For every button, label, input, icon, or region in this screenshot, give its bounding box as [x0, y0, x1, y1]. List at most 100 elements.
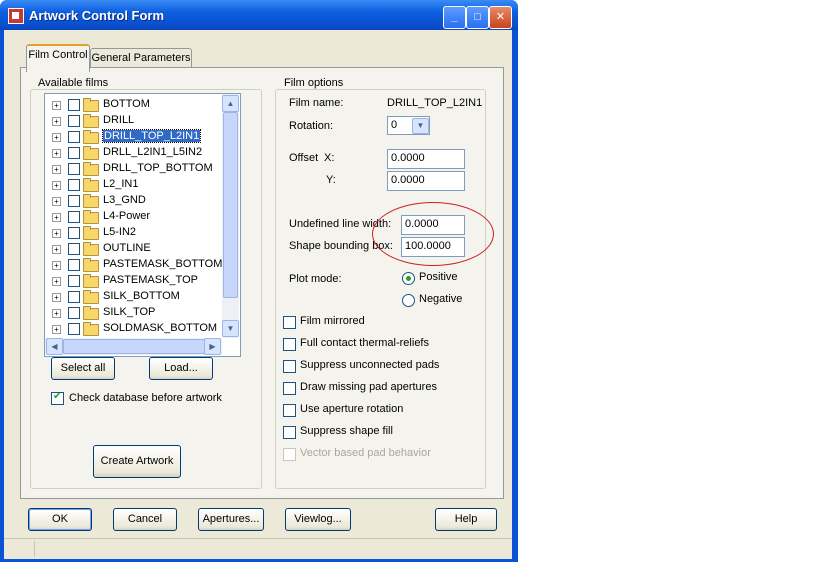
title-bar[interactable]: Artwork Control Form _ □ ✕: [0, 0, 518, 30]
film-checkbox[interactable]: [68, 243, 80, 255]
film-label: DRLL_L2IN1_L5IN2: [103, 146, 203, 158]
create-artwork-button[interactable]: Create Artwork: [93, 445, 181, 478]
film-label: L3_GND: [103, 194, 146, 206]
hscroll-thumb[interactable]: [63, 339, 205, 354]
minimize-button[interactable]: _: [443, 6, 466, 29]
film-label: PASTEMASK_BOTTOM: [103, 258, 223, 270]
folder-icon: [83, 210, 99, 224]
expand-icon[interactable]: +: [52, 197, 61, 206]
vertical-scrollbar[interactable]: ▲ ▼: [222, 94, 239, 338]
scroll-thumb[interactable]: [223, 112, 238, 298]
film-checkbox[interactable]: [68, 195, 80, 207]
film-checkbox[interactable]: [68, 211, 80, 223]
expand-icon[interactable]: +: [52, 277, 61, 286]
list-item[interactable]: + SILK_TOP: [49, 305, 225, 321]
film-checkbox[interactable]: [68, 275, 80, 287]
scroll-right-icon[interactable]: ▶: [204, 338, 221, 355]
expand-icon[interactable]: +: [52, 325, 61, 334]
film-checkbox[interactable]: [68, 147, 80, 159]
annotation-circle: [372, 202, 494, 266]
positive-radio[interactable]: [402, 272, 415, 285]
rotation-select[interactable]: 0 ▼: [387, 116, 430, 135]
folder-icon: [83, 290, 99, 304]
folder-icon: [83, 274, 99, 288]
option-label: Draw missing pad apertures: [300, 381, 437, 393]
maximize-button[interactable]: □: [466, 6, 489, 29]
expand-icon[interactable]: +: [52, 309, 61, 318]
close-button[interactable]: ✕: [489, 6, 512, 29]
film-checkbox[interactable]: [68, 99, 80, 111]
positive-label: Positive: [419, 271, 458, 283]
film-label: PASTEMASK_TOP: [103, 274, 198, 286]
check-database-checkbox[interactable]: [51, 391, 64, 405]
viewlog-button[interactable]: Viewlog...: [285, 508, 351, 531]
list-item[interactable]: + L2_IN1: [49, 177, 225, 193]
cancel-button[interactable]: Cancel: [113, 508, 177, 531]
horizontal-scrollbar[interactable]: ◀ ▶: [45, 338, 222, 355]
list-item[interactable]: + PASTEMASK_BOTTOM: [49, 257, 225, 273]
expand-icon[interactable]: +: [52, 261, 61, 270]
option-checkbox[interactable]: [283, 382, 296, 395]
expand-icon[interactable]: +: [52, 101, 61, 110]
list-item[interactable]: + DRLL_TOP_BOTTOM: [49, 161, 225, 177]
help-button[interactable]: Help: [435, 508, 497, 531]
negative-radio[interactable]: [402, 294, 415, 307]
tab-film-control[interactable]: Film Control: [26, 44, 90, 72]
film-label: DRILL_TOP_L2IN1: [101, 129, 202, 143]
list-item[interactable]: + L5-IN2: [49, 225, 225, 241]
option-checkbox[interactable]: [283, 426, 296, 439]
film-checkbox[interactable]: [68, 131, 80, 143]
list-item[interactable]: + L4-Power: [49, 209, 225, 225]
list-item[interactable]: + PASTEMASK_TOP: [49, 273, 225, 289]
option-checkbox[interactable]: [283, 360, 296, 373]
option-checkbox[interactable]: [283, 316, 296, 329]
chevron-down-icon[interactable]: ▼: [412, 118, 429, 134]
expand-icon[interactable]: +: [52, 181, 61, 190]
ok-button[interactable]: OK: [28, 508, 92, 531]
film-label: DRLL_TOP_BOTTOM: [103, 162, 213, 174]
offset-x-input[interactable]: 0.0000: [387, 149, 465, 169]
film-checkbox[interactable]: [68, 163, 80, 175]
list-item[interactable]: + BOTTOM: [49, 97, 225, 113]
option-checkbox[interactable]: [283, 338, 296, 351]
list-item[interactable]: + SILK_BOTTOM: [49, 289, 225, 305]
expand-icon[interactable]: +: [52, 133, 61, 142]
list-item[interactable]: + SOLDMASK_BOTTOM: [49, 321, 225, 337]
expand-icon[interactable]: +: [52, 229, 61, 238]
list-item[interactable]: + DRILL_TOP_L2IN1: [49, 129, 225, 145]
film-label: BOTTOM: [103, 98, 150, 110]
list-item[interactable]: + DRILL: [49, 113, 225, 129]
list-item[interactable]: + OUTLINE: [49, 241, 225, 257]
film-checkbox[interactable]: [68, 307, 80, 319]
scroll-down-icon[interactable]: ▼: [222, 320, 239, 337]
status-divider: [34, 541, 35, 557]
film-checkbox[interactable]: [68, 179, 80, 191]
option-checkbox[interactable]: [283, 404, 296, 417]
list-item[interactable]: + DRLL_L2IN1_L5IN2: [49, 145, 225, 161]
film-checkbox[interactable]: [68, 323, 80, 335]
film-checkbox[interactable]: [68, 115, 80, 127]
apertures-button[interactable]: Apertures...: [198, 508, 264, 531]
films-list[interactable]: + BOTTOM + DRILL + DRILL_TOP_L2IN1 + DRLL_L2IN1…: [44, 93, 241, 357]
expand-icon[interactable]: +: [52, 165, 61, 174]
load-button[interactable]: Load...: [149, 357, 213, 380]
film-label: L4-Power: [103, 210, 151, 222]
offset-label: Offset: [289, 152, 319, 164]
list-item[interactable]: + L3_GND: [49, 193, 225, 209]
expand-icon[interactable]: +: [52, 293, 61, 302]
expand-icon[interactable]: +: [52, 149, 61, 158]
select-all-button[interactable]: Select all: [51, 357, 115, 380]
film-checkbox[interactable]: [68, 291, 80, 303]
expand-icon[interactable]: +: [52, 213, 61, 222]
folder-icon: [83, 242, 99, 256]
film-checkbox[interactable]: [68, 227, 80, 239]
film-checkbox[interactable]: [68, 259, 80, 271]
expand-icon[interactable]: +: [52, 245, 61, 254]
scroll-up-icon[interactable]: ▲: [222, 95, 239, 112]
expand-icon[interactable]: +: [52, 117, 61, 126]
scroll-left-icon[interactable]: ◀: [46, 338, 63, 355]
option-label: Suppress shape fill: [300, 425, 393, 437]
offset-y-input[interactable]: 0.0000: [387, 171, 465, 191]
folder-icon: [83, 226, 99, 240]
app-icon: [8, 8, 24, 24]
